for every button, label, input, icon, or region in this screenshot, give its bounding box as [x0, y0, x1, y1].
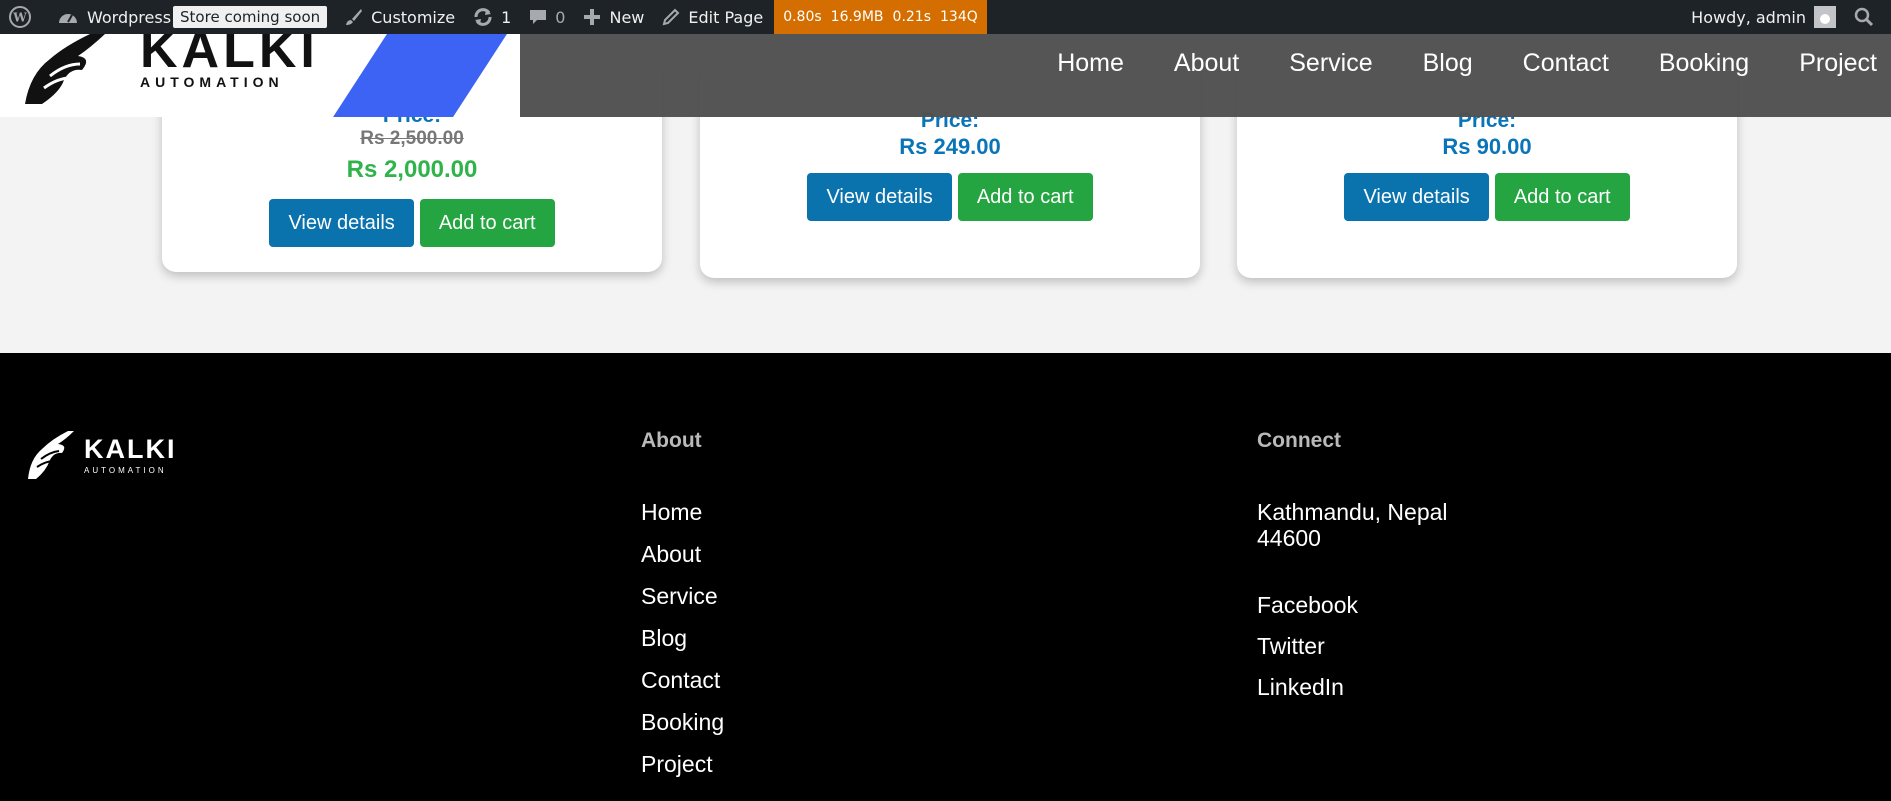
footer-link-contact[interactable]: Contact: [641, 667, 724, 695]
site-name: Wordpress: [87, 7, 172, 27]
footer-link-facebook[interactable]: Facebook: [1257, 592, 1448, 620]
horse-logo-icon: [28, 431, 74, 479]
footer-link-about[interactable]: About: [641, 541, 724, 569]
comments-count: 0: [555, 7, 566, 27]
wp-admin-bar: W Wordpress Store coming soon Customize …: [0, 0, 1891, 34]
footer-logo-subtext: AUTOMATION: [84, 465, 167, 475]
add-to-cart-button[interactable]: Add to cart: [419, 199, 555, 247]
dashboard-icon: [59, 14, 77, 23]
nav-home[interactable]: Home: [1057, 49, 1124, 78]
sale-price: Rs 2,000.00: [346, 156, 478, 183]
wordpress-logo-icon[interactable]: W: [0, 0, 48, 34]
main-nav: Home About Service Blog Contact Booking …: [1007, 34, 1877, 92]
query-monitor-stats[interactable]: 0.80s 16.9MB 0.21s 134Q: [774, 0, 987, 34]
price-value: Rs 90.00: [1442, 134, 1532, 159]
footer-link-home[interactable]: Home: [641, 499, 724, 527]
add-to-cart-button[interactable]: Add to cart: [957, 173, 1093, 221]
customize-link[interactable]: Customize: [336, 0, 464, 34]
view-details-button[interactable]: View details: [1344, 173, 1489, 221]
logo-subtext: AUTOMATION: [140, 74, 284, 90]
site-header: KALKI AUTOMATION Home About Service Blog…: [0, 34, 1891, 117]
plus-icon: [584, 9, 601, 25]
perf-time: 0.80s: [783, 9, 822, 25]
svg-text:W: W: [12, 11, 27, 25]
footer-link-project[interactable]: Project: [641, 751, 724, 779]
footer-link-linkedin[interactable]: LinkedIn: [1257, 674, 1448, 702]
address: Kathmandu, Nepal 44600: [1257, 499, 1448, 551]
add-to-cart-button[interactable]: Add to cart: [1494, 173, 1630, 221]
footer-connect-column: Connect Kathmandu, Nepal 44600 Facebook …: [1257, 429, 1448, 715]
nav-contact[interactable]: Contact: [1523, 49, 1609, 78]
nav-about[interactable]: About: [1174, 49, 1239, 78]
footer-logo-text: KALKI: [84, 433, 177, 464]
footer-logo[interactable]: KALKI AUTOMATION: [24, 429, 177, 481]
updates-link[interactable]: 1: [464, 0, 520, 34]
price-value: Rs 249.00: [899, 134, 1001, 159]
footer-connect-heading: Connect: [1257, 429, 1341, 452]
edit-page-label: Edit Page: [688, 7, 764, 27]
footer-about-heading: About: [641, 429, 702, 452]
footer-link-twitter[interactable]: Twitter: [1257, 633, 1448, 661]
perf-db-time: 0.21s: [892, 9, 931, 25]
view-details-button[interactable]: View details: [269, 199, 414, 247]
nav-project[interactable]: Project: [1799, 49, 1877, 78]
new-content-link[interactable]: New: [574, 0, 653, 34]
accent-stripe: [333, 34, 507, 117]
footer-link-service[interactable]: Service: [641, 583, 724, 611]
footer-link-blog[interactable]: Blog: [641, 625, 724, 653]
perf-memory: 16.9MB: [830, 9, 884, 25]
view-details-button[interactable]: View details: [807, 173, 952, 221]
address-line-postcode: 44600: [1257, 525, 1321, 551]
updates-icon: [474, 8, 492, 26]
nav-service[interactable]: Service: [1289, 49, 1372, 78]
site-logo[interactable]: KALKI AUTOMATION: [0, 34, 520, 117]
updates-count: 1: [501, 7, 512, 27]
avatar: [1814, 6, 1836, 28]
nav-booking[interactable]: Booking: [1659, 49, 1749, 78]
original-price: Rs 2,500.00: [360, 128, 464, 149]
customize-label: Customize: [371, 7, 456, 27]
site-footer: KALKI AUTOMATION About Home About Servic…: [0, 353, 1891, 801]
footer-link-booking[interactable]: Booking: [641, 709, 724, 737]
horse-logo-icon: [25, 34, 105, 104]
perf-queries: 134Q: [940, 9, 978, 25]
address-line-city: Kathmandu, Nepal: [1257, 499, 1448, 525]
comment-icon: [530, 10, 547, 24]
search-icon[interactable]: [1845, 0, 1891, 34]
comments-link[interactable]: 0: [520, 0, 574, 34]
store-status-badge[interactable]: Store coming soon: [173, 6, 328, 28]
howdy-text: Howdy, admin: [1691, 7, 1806, 27]
edit-page-link[interactable]: Edit Page: [653, 0, 772, 34]
my-account-link[interactable]: Howdy, admin: [1682, 0, 1845, 34]
site-name-link[interactable]: Wordpress Store coming soon: [48, 0, 336, 34]
footer-about-column: About Home About Service Blog Contact Bo…: [641, 429, 724, 793]
nav-blog[interactable]: Blog: [1423, 49, 1473, 78]
new-label: New: [609, 7, 645, 27]
brush-icon: [346, 9, 363, 25]
pencil-icon: [663, 8, 680, 26]
